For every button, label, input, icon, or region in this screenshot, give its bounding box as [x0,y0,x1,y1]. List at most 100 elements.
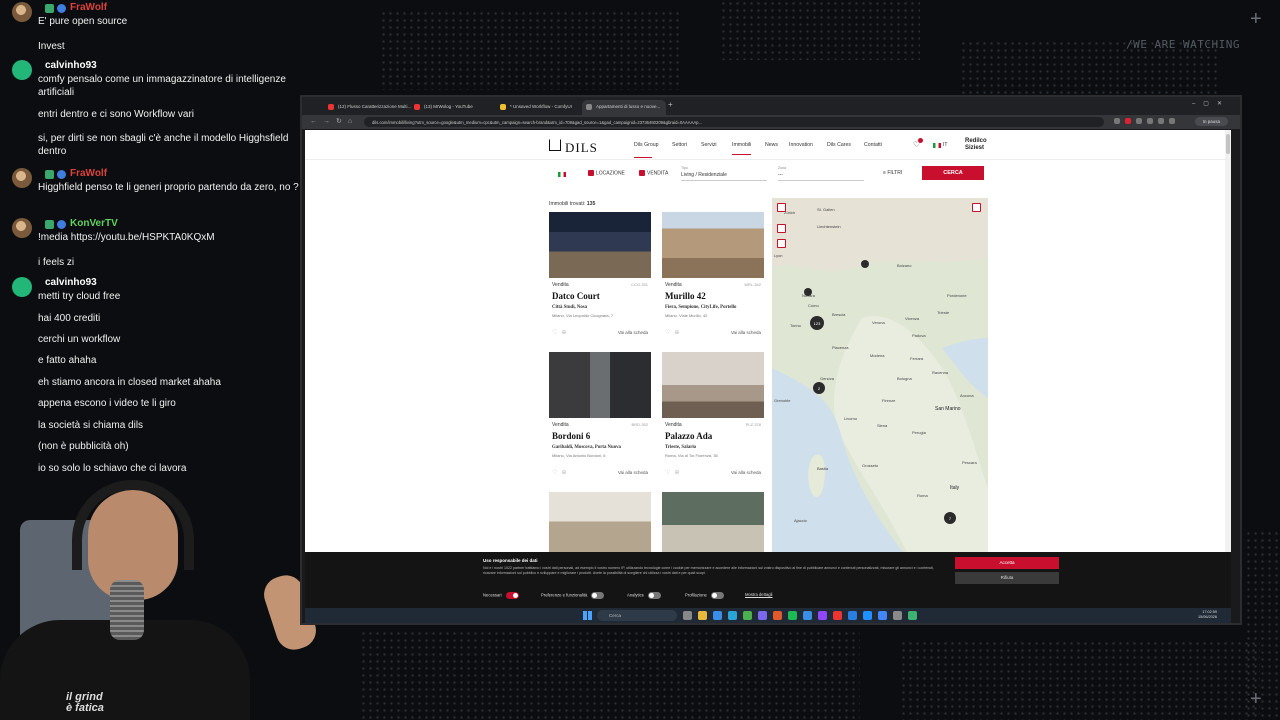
map-cluster[interactable]: 123 [810,316,824,330]
browser-tab[interactable]: * Unsaved Workflow - ComfyUI [496,100,582,115]
map-layer-icon[interactable] [777,239,786,248]
listing-link[interactable]: Vai alla scheda [731,470,761,475]
task-view-icon[interactable] [683,611,692,620]
listing-link[interactable]: Vai alla scheda [731,330,761,335]
map-cluster[interactable]: 2 [813,382,825,394]
windows-start-icon[interactable] [583,611,592,620]
chat-username[interactable]: calvinho93 [45,60,97,71]
site-logo[interactable]: DILS [565,140,598,156]
toggle-analytics[interactable]: Analytics [627,592,661,599]
toggle-profilazione[interactable]: Profilazione [685,592,724,599]
filters-button[interactable]: ≡ FILTRI [883,170,902,182]
filter-vendita[interactable]: VENDITA [639,170,668,182]
file-explorer-icon[interactable] [698,611,707,620]
app-icon[interactable] [728,611,737,620]
listing-photo[interactable] [549,212,651,278]
nav-dils-group[interactable]: Dils Group [634,142,659,148]
listing-card[interactable]: Vendita MRL-342 Murillo 42 Fiera, Sempio… [662,212,764,347]
chrome-icon[interactable] [878,611,887,620]
map-cluster[interactable]: 7 [944,512,956,524]
property-map[interactable]: Zürich St. Gallen Liechtenstein Bolzano … [772,198,988,563]
discord-icon[interactable] [758,611,767,620]
extension-icon[interactable] [1125,118,1131,124]
map-marker[interactable] [861,260,869,268]
toggle-switch[interactable] [591,592,605,599]
url-field[interactable]: dils.com/immobili/living?utm_source=goog… [364,117,1104,127]
nav-innovation[interactable]: Innovation [789,142,813,148]
nav-news[interactable]: News [765,142,778,148]
app-icon[interactable] [893,611,902,620]
listing-actions[interactable]: ♡⊕ [552,329,570,336]
toggle-preferenze[interactable]: Preferenze e funzionalità [541,592,605,599]
listing-link[interactable]: Vai alla scheda [618,470,648,475]
listing-name[interactable]: Murillo 42 [665,291,706,301]
show-details-link[interactable]: Mostra dettagli [745,592,772,597]
reject-cookies-button[interactable]: Rifiuta [955,572,1059,584]
scroll-thumb[interactable] [1226,134,1230,154]
page-scrollbar[interactable] [1225,130,1231,613]
listing-photo[interactable] [549,352,651,418]
italy-flag-icon[interactable] [558,172,566,177]
accept-cookies-button[interactable]: Accetta [955,557,1059,569]
listing-photo[interactable] [662,492,764,558]
taskbar-clock[interactable]: 17:02:59 15/06/2026 [1198,610,1217,620]
listing-photo[interactable] [549,492,651,558]
spotify-icon[interactable] [788,611,797,620]
listing-photo[interactable] [662,212,764,278]
new-tab-icon[interactable]: + [668,100,673,109]
app-icon[interactable] [908,611,917,620]
extension-icon[interactable] [1136,118,1142,124]
chat-username[interactable]: calvinho93 [45,277,97,288]
listing-actions[interactable]: ♡⊕ [665,469,683,476]
toggle-necessari[interactable]: Necessari [483,592,519,599]
obs-icon[interactable] [833,611,842,620]
browser-tab[interactable]: (13) MrWolog - YouTube [410,100,496,115]
listing-card[interactable]: Vendita PLZ-378 Palazzo Ada Trieste, Sal… [662,352,764,487]
fullscreen-icon[interactable] [972,203,981,212]
toggle-switch[interactable] [647,592,661,599]
chat-username[interactable]: FraWolf [70,2,107,13]
app-icon[interactable] [863,611,872,620]
taskbar-search[interactable]: Cerca [597,610,677,621]
nav-buttons[interactable]: ←→↻⌂ [310,117,358,125]
type-select[interactable]: Tipo Living / Residenziale [681,166,767,181]
nav-servizi[interactable]: Servizi [701,142,717,148]
nav-dils-cares[interactable]: Dils Cares [827,142,851,148]
listing-card[interactable]: Vendita BRD-352 Bordoni 6 Garibaldi, Mos… [549,352,651,487]
toggle-switch[interactable] [505,592,519,599]
app-icon[interactable] [743,611,752,620]
listing-link[interactable]: Vai alla scheda [618,330,648,335]
search-button[interactable]: CERCA [922,166,984,180]
listing-actions[interactable]: ♡⊕ [552,469,570,476]
browser-tab-active[interactable]: Appartamenti di lusso e nuove... [582,100,666,115]
app-icon[interactable] [848,611,857,620]
listing-name[interactable]: Bordoni 6 [552,431,590,441]
app-icon[interactable] [773,611,782,620]
listing-card[interactable]: Vendita CCG-331 Datco Court Città Studi,… [549,212,651,347]
listing-photo[interactable] [662,352,764,418]
app-icon[interactable] [803,611,812,620]
extension-icon[interactable] [1169,118,1175,124]
map-layer-icon[interactable] [777,224,786,233]
profile-paused-button[interactable]: In pausa [1194,117,1228,126]
chat-username[interactable]: FraWolf [70,168,107,179]
extension-icon[interactable] [1158,118,1164,124]
nav-immobili[interactable]: Immobili [732,142,752,155]
star-icon[interactable] [1114,118,1120,124]
listing-name[interactable]: Datco Court [552,291,600,301]
toggle-switch[interactable] [710,592,724,599]
extension-icon[interactable] [1147,118,1153,124]
browser-tab[interactable]: (12) Flusso Caratterizzazione Multi... [324,100,414,115]
redilco-logo[interactable]: Redilco Siziest [965,138,987,152]
app-icon[interactable] [713,611,722,620]
listing-name[interactable]: Palazzo Ada [665,431,712,441]
filter-locazione[interactable]: LOCAZIONE [588,170,625,182]
language-selector[interactable]: IT [943,142,947,148]
nav-contatti[interactable]: Contatti [864,142,882,148]
nav-settori[interactable]: Settori [672,142,687,148]
map-marker[interactable] [804,288,812,296]
chat-username[interactable]: KonVerTV [70,218,118,229]
listing-actions[interactable]: ♡⊕ [665,329,683,336]
twitch-icon[interactable] [818,611,827,620]
zone-select[interactable]: Zona --- [778,166,864,181]
